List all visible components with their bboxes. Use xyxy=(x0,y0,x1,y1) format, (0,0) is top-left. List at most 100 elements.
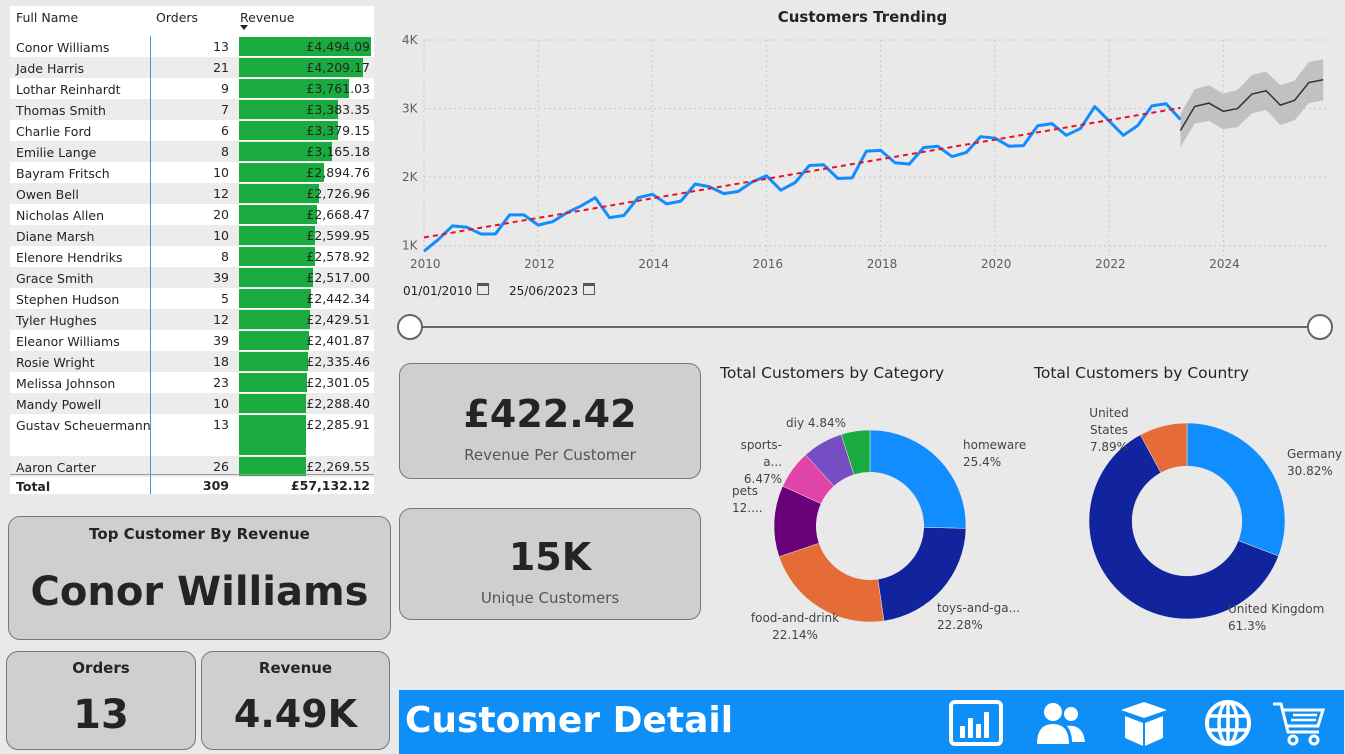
cell-revenue: £2,285.91 xyxy=(239,414,371,456)
cell-orders: 39 xyxy=(213,270,229,285)
revenue-card: Revenue 4.49K xyxy=(201,651,390,750)
cell-revenue: £3,383.35 xyxy=(239,99,371,120)
cell-orders: 13 xyxy=(213,417,229,432)
revenue-value: £4,209.17 xyxy=(306,60,370,75)
header-orders[interactable]: Orders xyxy=(156,10,198,25)
unique-customers-card: 15K Unique Customers xyxy=(399,508,701,620)
table-row[interactable]: Rosie Wright 18 £2,335.46 xyxy=(10,351,374,372)
revenue-per-customer-value: £422.42 xyxy=(463,392,637,436)
unique-customers-label: Unique Customers xyxy=(480,589,620,607)
cell-revenue: £3,165.18 xyxy=(239,141,371,162)
revenue-value: £2,429.51 xyxy=(306,312,370,327)
date-slider-end-handle[interactable] xyxy=(1307,314,1333,340)
label-food-pct: 22.14% xyxy=(772,628,818,642)
label-uk: United Kingdom 61.3% xyxy=(1228,601,1324,635)
date-slider-start-handle[interactable] xyxy=(397,314,423,340)
cell-revenue: £2,442.34 xyxy=(239,288,371,309)
shopping-cart-icon[interactable] xyxy=(1271,698,1329,748)
cell-orders: 12 xyxy=(213,312,229,327)
calendar-icon[interactable] xyxy=(583,283,595,295)
header-revenue[interactable]: Revenue xyxy=(240,10,294,25)
label-food-name: food-and-drink xyxy=(750,611,840,625)
sort-descending-icon[interactable] xyxy=(240,25,248,30)
table-row[interactable]: Jade Harris 21 £4,209.17 xyxy=(10,57,374,78)
cell-full-name: Jade Harris xyxy=(16,61,85,76)
table-row[interactable]: Mandy Powell 10 £2,288.40 xyxy=(10,393,374,414)
cell-orders: 18 xyxy=(213,354,229,369)
table-row[interactable]: Diane Marsh 10 £2,599.95 xyxy=(10,225,374,246)
table-row[interactable]: Emilie Lange 8 £3,165.18 xyxy=(10,141,374,162)
bar-chart-icon[interactable] xyxy=(947,698,1005,748)
table-row[interactable]: Stephen Hudson 5 £2,442.34 xyxy=(10,288,374,309)
table-row[interactable]: Owen Bell 12 £2,726.96 xyxy=(10,183,374,204)
customers-series-line[interactable] xyxy=(423,102,1182,253)
revenue-card-value: 4.49K xyxy=(233,692,358,736)
customers-trending-chart[interactable]: 1K 2K 3K 4K 2010 2012 2014 2016 2018 2020 2022 2024 xyxy=(380,28,1340,278)
header-full-name[interactable]: Full Name xyxy=(16,10,78,25)
category-slice[interactable] xyxy=(869,429,967,529)
label-germany-name: Germany xyxy=(1287,447,1343,461)
table-header: Full Name Orders Revenue xyxy=(10,6,374,36)
revenue-databar xyxy=(239,331,310,350)
label-germany-pct: 30.82% xyxy=(1287,464,1333,478)
cell-revenue: £2,288.40 xyxy=(239,393,371,414)
table-row[interactable]: Conor Williams 13 £4,494.09 xyxy=(10,36,374,57)
revenue-databar xyxy=(239,373,307,392)
users-icon[interactable] xyxy=(1031,698,1089,748)
table-row[interactable]: Charlie Ford 6 £3,379.15 xyxy=(10,120,374,141)
cell-orders: 8 xyxy=(221,144,229,159)
table-row[interactable]: Grace Smith 39 £2,517.00 xyxy=(10,267,374,288)
label-us-pct: 7.89% xyxy=(1089,440,1129,454)
y-tick-label: 4K xyxy=(402,33,419,47)
cell-full-name: Rosie Wright xyxy=(16,355,95,370)
open-box-icon[interactable] xyxy=(1115,698,1173,748)
table-row[interactable]: Melissa Johnson 23 £2,301.05 xyxy=(10,372,374,393)
revenue-value: £2,401.87 xyxy=(306,333,370,348)
label-homeware-pct: 25.4% xyxy=(963,455,1002,469)
cell-full-name: Stephen Hudson xyxy=(16,292,120,307)
country-slice[interactable] xyxy=(1186,422,1286,557)
revenue-per-customer-card: £422.42 Revenue Per Customer xyxy=(399,363,701,479)
unique-customers-value: 15K xyxy=(508,535,592,579)
revenue-value: £2,578.92 xyxy=(306,249,370,264)
top-customer-name: Conor Williams xyxy=(30,569,369,615)
label-toys-pct: 22.28% xyxy=(937,618,983,632)
label-diy: diy 4.84% xyxy=(786,415,846,432)
cell-revenue: £2,578.92 xyxy=(239,246,371,267)
table-row[interactable]: Thomas Smith 7 £3,383.35 xyxy=(10,99,374,120)
table-row[interactable]: Gustav Scheuermann 13 £2,285.91 xyxy=(10,414,374,456)
y-tick-label: 3K xyxy=(402,102,419,116)
revenue-value: £2,599.95 xyxy=(306,228,370,243)
revenue-card-title: Revenue xyxy=(258,659,333,677)
cell-orders: 39 xyxy=(213,333,229,348)
revenue-databar xyxy=(239,226,316,245)
column-divider xyxy=(150,36,151,494)
globe-icon[interactable] xyxy=(1199,698,1257,748)
revenue-value: £2,894.76 xyxy=(306,165,370,180)
cell-revenue: £2,894.76 xyxy=(239,162,371,183)
cell-revenue: £2,726.96 xyxy=(239,183,371,204)
revenue-databar xyxy=(239,415,307,455)
label-sports-pct: 6.47% xyxy=(743,472,782,486)
date-slider-track[interactable] xyxy=(410,326,1320,328)
revenue-value: £3,761.03 xyxy=(306,81,370,96)
table-row[interactable]: Eleanor Williams 39 £2,401.87 xyxy=(10,330,374,351)
revenue-databar xyxy=(239,394,307,413)
table-row[interactable]: Bayram Fritsch 10 £2,894.76 xyxy=(10,162,374,183)
cell-orders: 5 xyxy=(221,291,229,306)
revenue-value: £2,335.46 xyxy=(306,354,370,369)
table-row[interactable]: Lothar Reinhardt 9 £3,761.03 xyxy=(10,78,374,99)
cell-revenue: £2,429.51 xyxy=(239,309,371,330)
table-row[interactable]: Nicholas Allen 20 £2,668.47 xyxy=(10,204,374,225)
cell-orders: 20 xyxy=(213,207,229,222)
forecast-confidence-band xyxy=(1180,59,1324,147)
calendar-icon[interactable] xyxy=(477,283,489,295)
table-row[interactable]: Tyler Hughes 12 £2,429.51 xyxy=(10,309,374,330)
cell-full-name: Conor Williams xyxy=(16,40,110,55)
revenue-databar xyxy=(239,310,311,329)
date-end[interactable]: 25/06/2023 xyxy=(509,284,578,298)
category-donut-chart[interactable] xyxy=(770,428,970,624)
table-row[interactable]: Elenore Hendriks 8 £2,578.92 xyxy=(10,246,374,267)
date-start[interactable]: 01/01/2010 xyxy=(403,284,472,298)
cell-revenue: £2,401.87 xyxy=(239,330,371,351)
